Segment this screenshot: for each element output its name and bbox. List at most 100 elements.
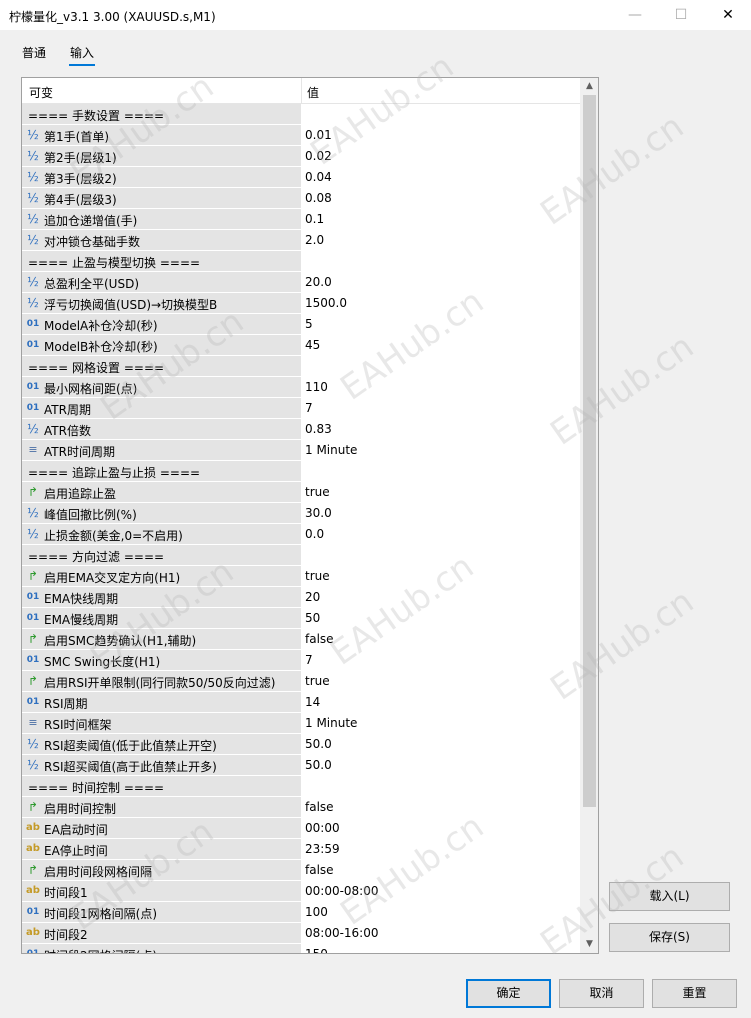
parameter-value-cell[interactable]: 7 xyxy=(302,398,581,418)
parameter-value[interactable]: true xyxy=(305,569,330,583)
parameter-row[interactable]: ½ 峰值回撤比例(%) 30.0 xyxy=(22,503,581,524)
parameter-value-cell[interactable]: 2.0 xyxy=(302,230,581,250)
parameter-value-cell[interactable]: 00:00 xyxy=(302,818,581,838)
parameter-value[interactable]: 1 Minute xyxy=(305,716,357,730)
parameter-value[interactable]: 0.83 xyxy=(305,422,332,436)
section-row[interactable]: ==== 追踪止盈与止损 ==== xyxy=(22,461,581,482)
save-button[interactable]: 保存(S) xyxy=(609,923,730,952)
parameter-value-cell[interactable]: 150 xyxy=(302,944,581,953)
parameter-row[interactable]: ½ 第4手(层级3) 0.08 xyxy=(22,188,581,209)
minimize-button[interactable]: — xyxy=(612,0,658,30)
close-button[interactable]: ✕ xyxy=(705,0,751,30)
parameter-value[interactable]: 50 xyxy=(305,611,320,625)
parameter-value[interactable]: 00:00-08:00 xyxy=(305,884,379,898)
parameter-row[interactable]: ½ ATR倍数 0.83 xyxy=(22,419,581,440)
parameter-value[interactable]: 110 xyxy=(305,380,328,394)
parameter-row[interactable]: ½ 浮亏切换阈值(USD)→切换模型B 1500.0 xyxy=(22,293,581,314)
parameter-value-cell[interactable]: false xyxy=(302,797,581,817)
parameter-row[interactable]: ↱ 启用EMA交叉定方向(H1) true xyxy=(22,566,581,587)
tab-inputs[interactable]: 输入 xyxy=(68,44,96,66)
parameter-value-cell[interactable]: 23:59 xyxy=(302,839,581,859)
reset-button[interactable]: 重置 xyxy=(652,979,737,1008)
parameter-row[interactable]: ≡ RSI时间框架 1 Minute xyxy=(22,713,581,734)
parameter-value-cell[interactable]: 0.02 xyxy=(302,146,581,166)
parameter-row[interactable]: 01 时间段2网格间隔(点) 150 xyxy=(22,944,581,953)
section-row[interactable]: ==== 止盈与模型切换 ==== xyxy=(22,251,581,272)
section-row[interactable]: ==== 方向过滤 ==== xyxy=(22,545,581,566)
parameter-value[interactable]: 2.0 xyxy=(305,233,324,247)
vertical-scrollbar[interactable]: ▲ ▼ xyxy=(580,78,598,953)
cancel-button[interactable]: 取消 xyxy=(559,979,644,1008)
parameter-value-cell[interactable]: true xyxy=(302,671,581,691)
parameter-row[interactable]: ½ 总盈利全平(USD) 20.0 xyxy=(22,272,581,293)
parameter-value[interactable]: 0.1 xyxy=(305,212,324,226)
parameter-value[interactable]: 1 Minute xyxy=(305,443,357,457)
load-button[interactable]: 载入(L) xyxy=(609,882,730,911)
parameter-value-cell[interactable]: 20 xyxy=(302,587,581,607)
parameter-value-cell[interactable]: 100 xyxy=(302,902,581,922)
parameter-row[interactable]: ab EA启动时间 00:00 xyxy=(22,818,581,839)
tab-general[interactable]: 普通 xyxy=(22,44,46,61)
parameter-row[interactable]: ½ 第3手(层级2) 0.04 xyxy=(22,167,581,188)
parameter-value[interactable]: 00:00 xyxy=(305,821,340,835)
parameter-row[interactable]: 01 ATR周期 7 xyxy=(22,398,581,419)
parameter-value-cell[interactable]: 0.83 xyxy=(302,419,581,439)
parameter-value[interactable]: 100 xyxy=(305,905,328,919)
parameter-value[interactable]: 7 xyxy=(305,401,313,415)
parameter-row[interactable]: ½ 第2手(层级1) 0.02 xyxy=(22,146,581,167)
parameter-row[interactable]: ↱ 启用追踪止盈 true xyxy=(22,482,581,503)
parameter-row[interactable]: ab 时间段1 00:00-08:00 xyxy=(22,881,581,902)
parameter-value-cell[interactable]: 50.0 xyxy=(302,734,581,754)
parameter-value[interactable]: false xyxy=(305,632,334,646)
parameter-row[interactable]: ½ 对冲锁仓基础手数 2.0 xyxy=(22,230,581,251)
parameter-value-cell[interactable]: false xyxy=(302,629,581,649)
column-header-value[interactable]: 值 xyxy=(307,84,319,101)
parameter-value[interactable]: false xyxy=(305,863,334,877)
column-header-variable[interactable]: 可变 xyxy=(29,84,53,101)
section-row[interactable]: ==== 网格设置 ==== xyxy=(22,356,581,377)
parameter-value[interactable]: 08:00-16:00 xyxy=(305,926,379,940)
parameter-value-cell[interactable]: 0.01 xyxy=(302,125,581,145)
parameter-row[interactable]: ↱ 启用SMC趋势确认(H1,辅助) false xyxy=(22,629,581,650)
parameter-value-cell[interactable]: 1 Minute xyxy=(302,440,581,460)
ok-button[interactable]: 确定 xyxy=(466,979,551,1008)
parameter-row[interactable]: ab EA停止时间 23:59 xyxy=(22,839,581,860)
parameter-value[interactable]: 0.08 xyxy=(305,191,332,205)
parameter-value[interactable]: 0.02 xyxy=(305,149,332,163)
parameter-row[interactable]: ≡ ATR时间周期 1 Minute xyxy=(22,440,581,461)
parameter-value[interactable]: 20 xyxy=(305,590,320,604)
parameter-value-cell[interactable]: 7 xyxy=(302,650,581,670)
parameter-value-cell[interactable]: true xyxy=(302,482,581,502)
parameter-value[interactable]: 1500.0 xyxy=(305,296,347,310)
parameter-row[interactable]: ↱ 启用时间段网格间隔 false xyxy=(22,860,581,881)
parameter-value-cell[interactable]: 08:00-16:00 xyxy=(302,923,581,943)
parameter-value-cell[interactable]: 110 xyxy=(302,377,581,397)
parameter-value-cell[interactable]: 50 xyxy=(302,608,581,628)
parameter-value[interactable]: true xyxy=(305,485,330,499)
scrollbar-thumb[interactable] xyxy=(583,95,596,807)
parameter-value[interactable]: 23:59 xyxy=(305,842,340,856)
parameter-row[interactable]: ½ 第1手(首单) 0.01 xyxy=(22,125,581,146)
parameter-value[interactable]: 0.04 xyxy=(305,170,332,184)
parameter-value[interactable]: true xyxy=(305,674,330,688)
parameter-value[interactable]: 45 xyxy=(305,338,320,352)
parameter-row[interactable]: 01 ModelA补仓冷却(秒) 5 xyxy=(22,314,581,335)
section-row[interactable]: ==== 手数设置 ==== xyxy=(22,104,581,125)
scroll-up-icon[interactable]: ▲ xyxy=(581,78,598,95)
scroll-down-icon[interactable]: ▼ xyxy=(581,936,598,953)
section-row[interactable]: ==== 时间控制 ==== xyxy=(22,776,581,797)
parameter-value-cell[interactable]: 45 xyxy=(302,335,581,355)
parameter-value-cell[interactable]: 00:00-08:00 xyxy=(302,881,581,901)
maximize-button[interactable]: ☐ xyxy=(658,0,704,30)
parameter-row[interactable]: ½ RSI超卖阈值(低于此值禁止开空) 50.0 xyxy=(22,734,581,755)
parameter-value[interactable]: 5 xyxy=(305,317,313,331)
parameter-value-cell[interactable]: 5 xyxy=(302,314,581,334)
parameter-value[interactable]: 0.0 xyxy=(305,527,324,541)
parameter-value[interactable]: 30.0 xyxy=(305,506,332,520)
parameter-value[interactable]: 7 xyxy=(305,653,313,667)
parameter-value-cell[interactable]: 14 xyxy=(302,692,581,712)
parameter-value-cell[interactable]: 30.0 xyxy=(302,503,581,523)
parameter-row[interactable]: ½ 止损金额(美金,0=不启用) 0.0 xyxy=(22,524,581,545)
parameter-row[interactable]: 01 EMA慢线周期 50 xyxy=(22,608,581,629)
parameter-value-cell[interactable]: false xyxy=(302,860,581,880)
